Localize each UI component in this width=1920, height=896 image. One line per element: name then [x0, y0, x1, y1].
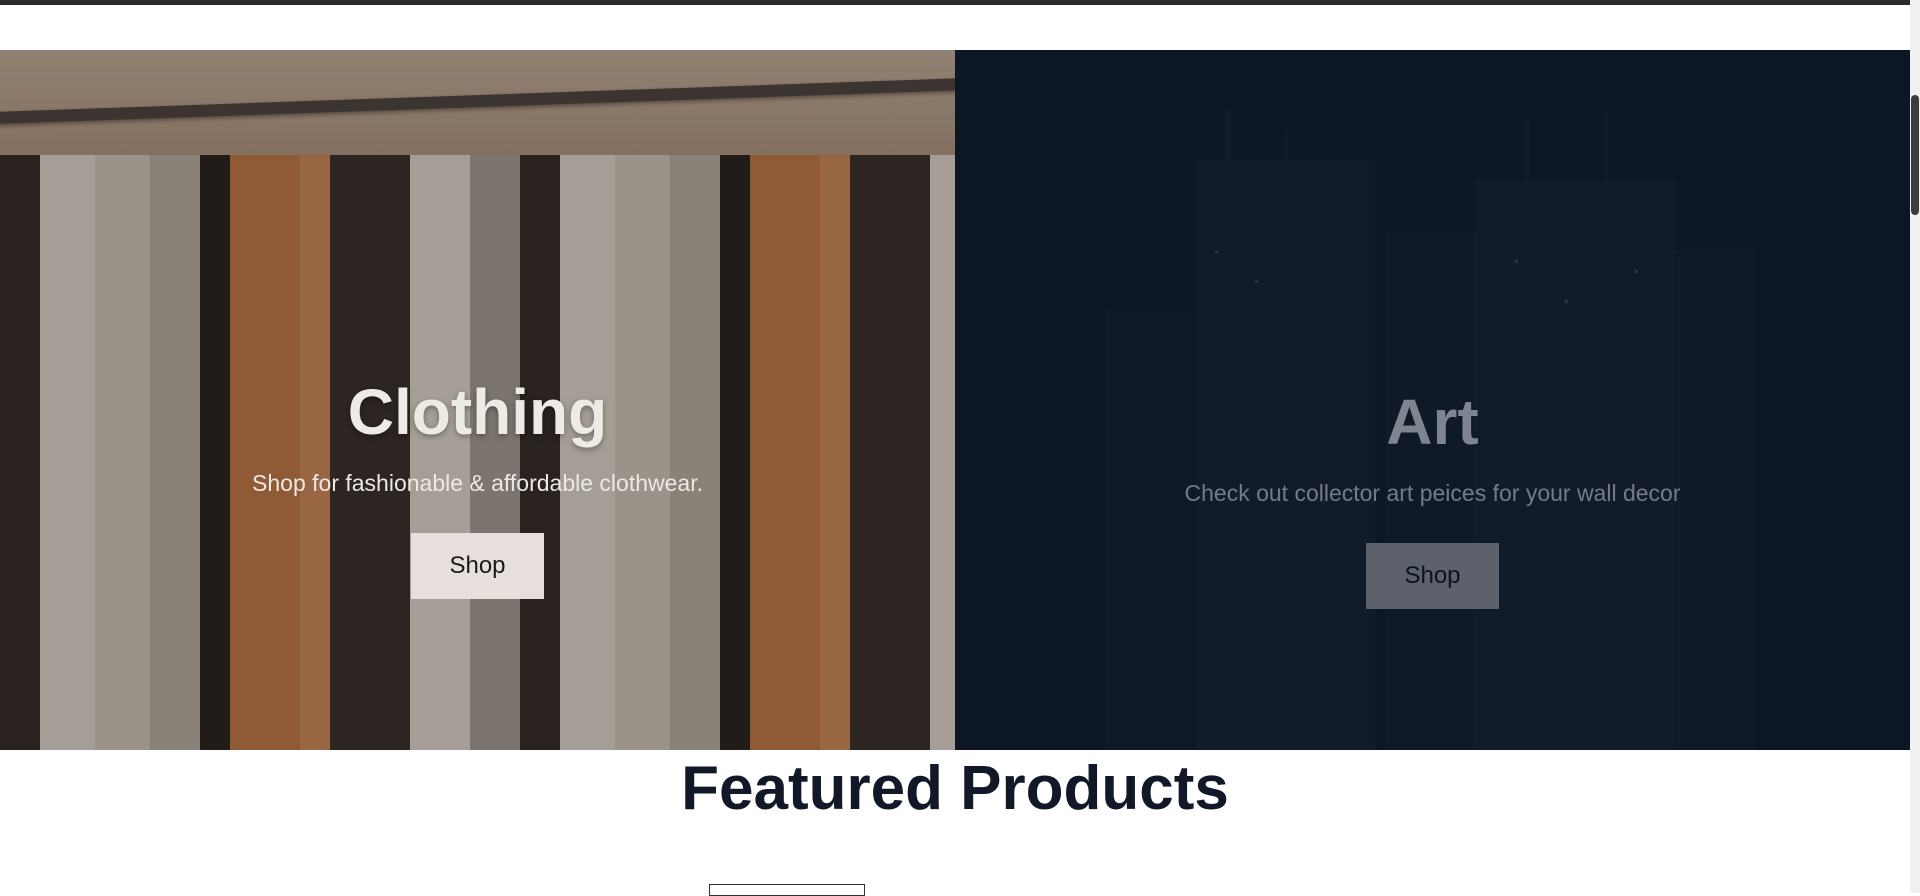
featured-product-card[interactable]	[709, 884, 865, 896]
category-hero: Clothing Shop for fashionable & affordab…	[0, 50, 1910, 750]
clothing-panel: Clothing Shop for fashionable & affordab…	[0, 50, 955, 750]
featured-products-heading: Featured Products	[681, 754, 1229, 823]
clothing-description: Shop for fashionable & affordable clothw…	[252, 470, 703, 496]
art-title: Art	[1386, 386, 1479, 458]
clothing-content: Clothing Shop for fashionable & affordab…	[0, 380, 955, 599]
scrollbar-thumb[interactable]	[1911, 95, 1919, 215]
art-panel: Art Check out collector art peices for y…	[955, 50, 1910, 750]
art-description: Check out collector art peices for your …	[1184, 480, 1681, 506]
top-bar	[0, 0, 1920, 5]
clothing-title: Clothing	[347, 376, 608, 448]
art-content: Art Check out collector art peices for y…	[955, 390, 1910, 609]
clothes-rack-image	[0, 77, 955, 125]
art-shop-button[interactable]: Shop	[1366, 543, 1499, 609]
clothing-shop-button[interactable]: Shop	[411, 533, 544, 599]
